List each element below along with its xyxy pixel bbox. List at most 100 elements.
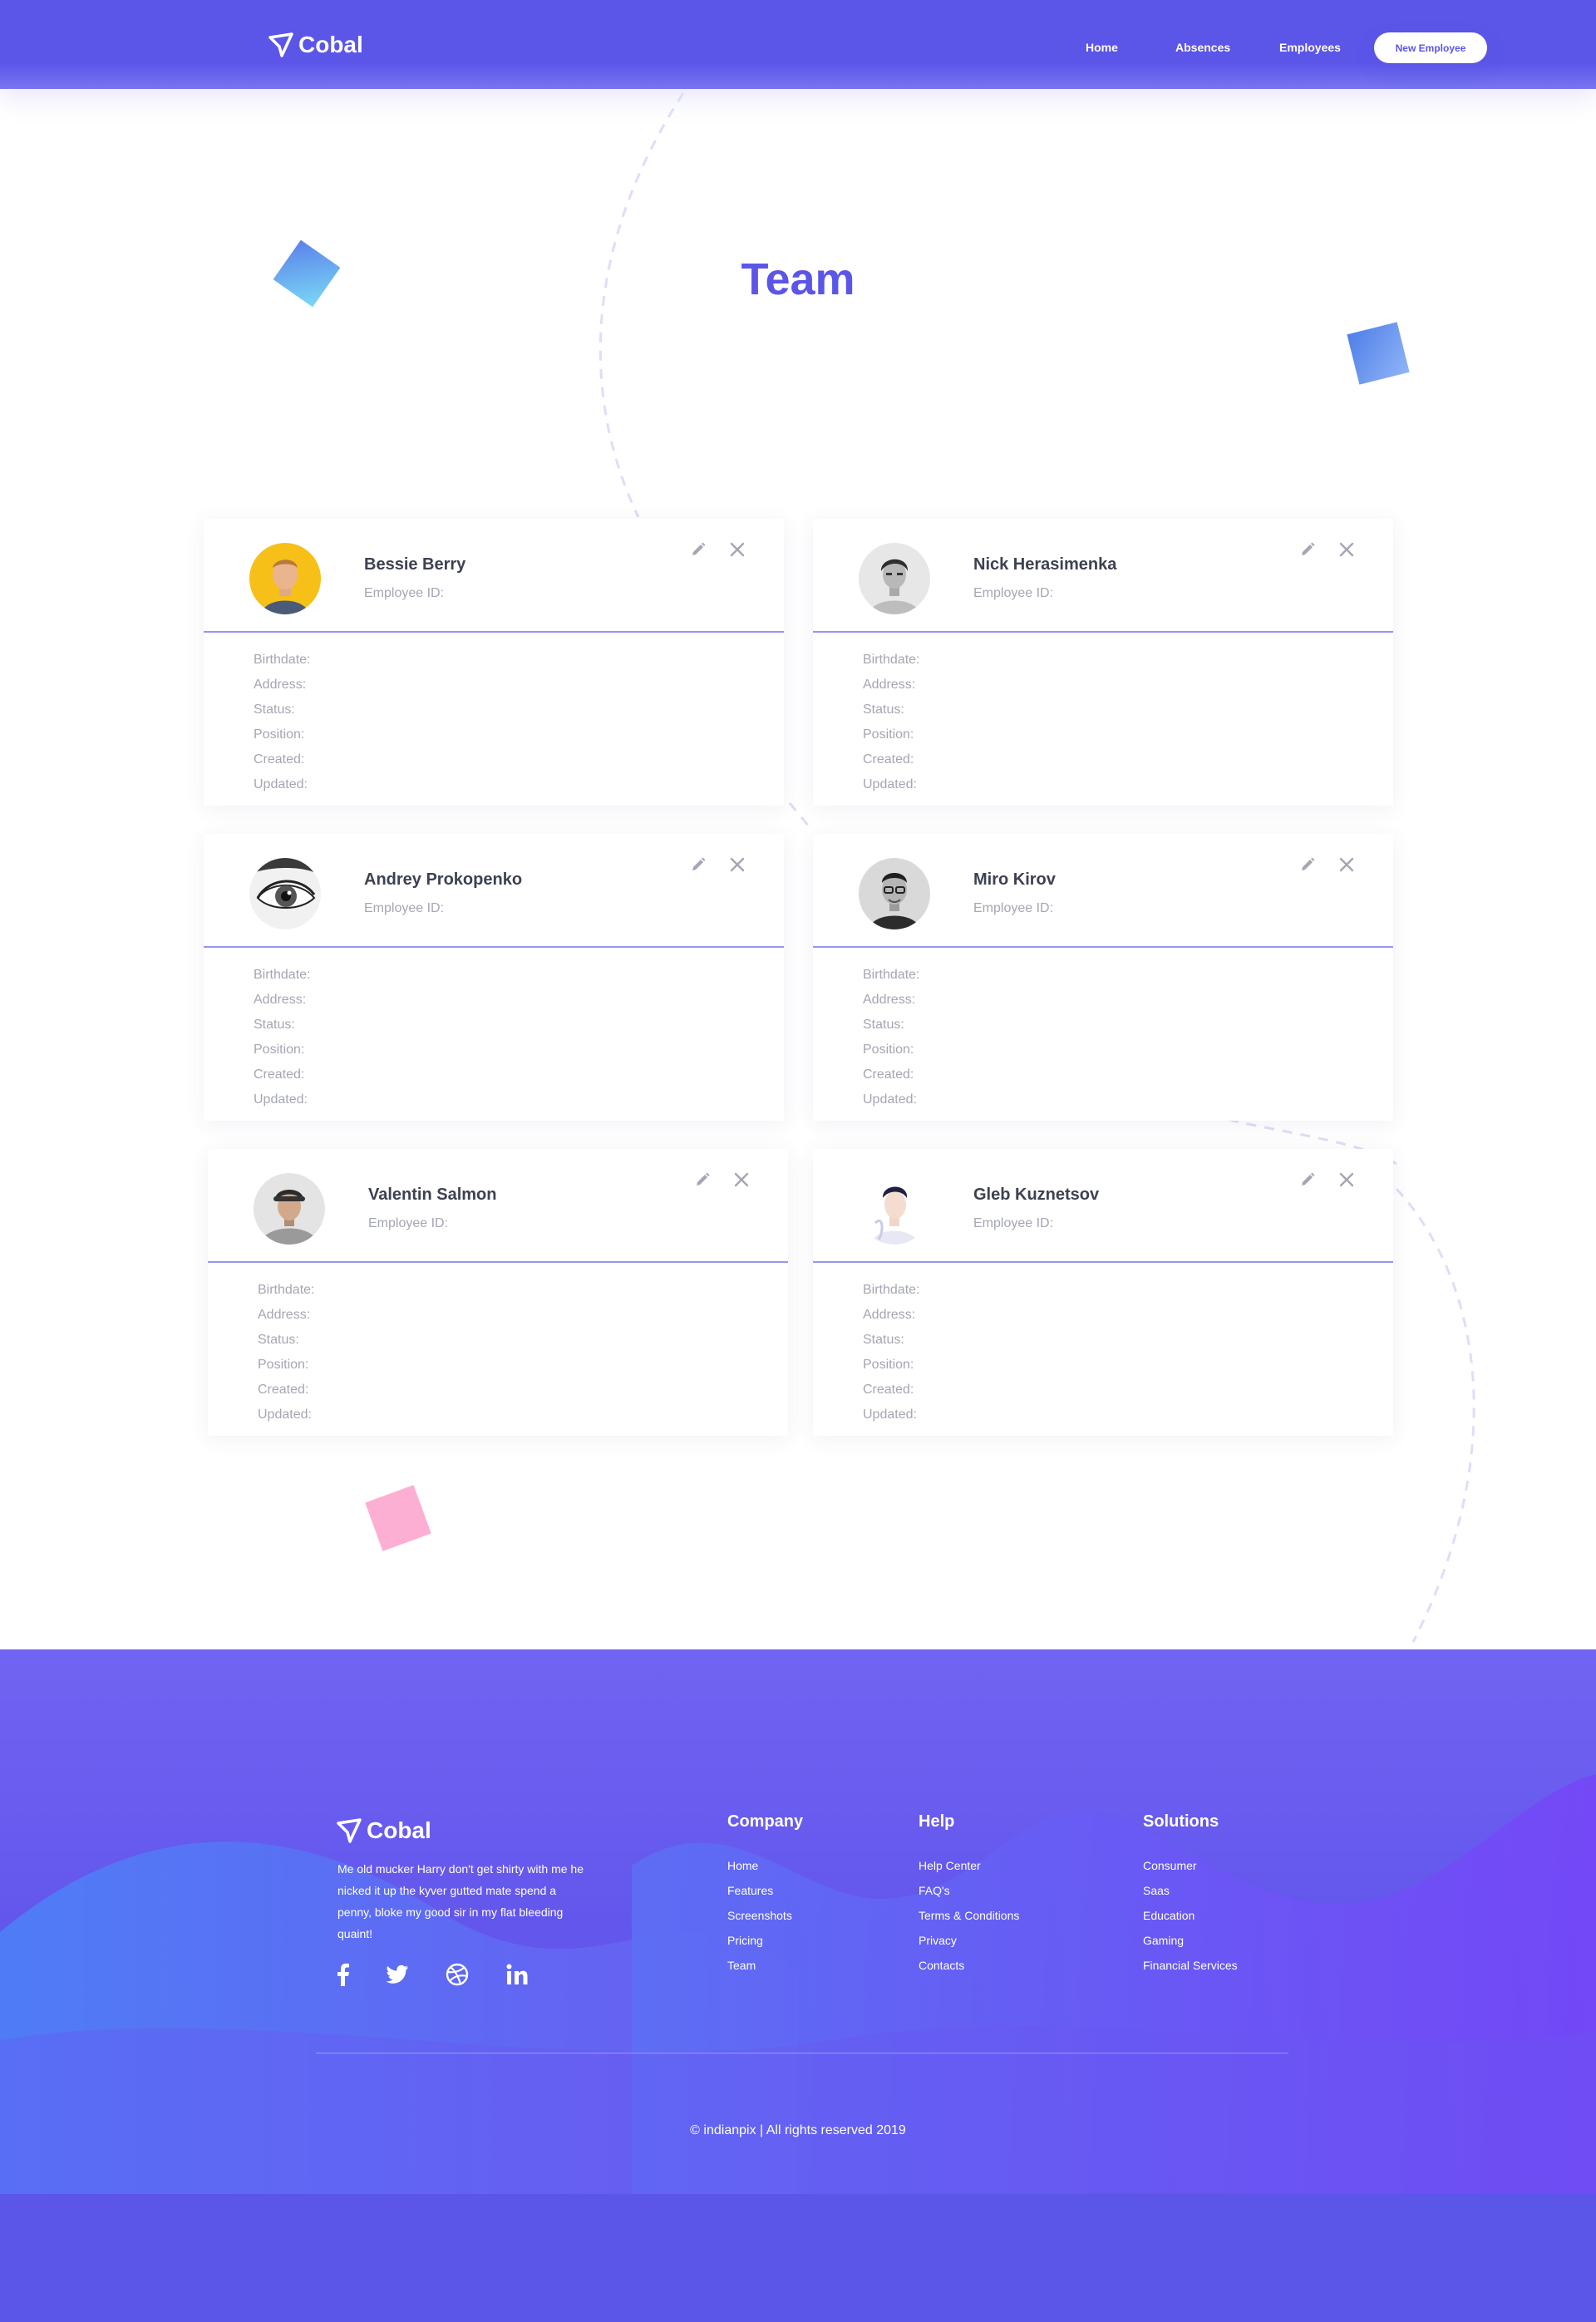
page-title: Team [741,254,855,304]
address-label: Address: [863,993,916,1007]
close-icon [730,857,745,872]
page-bottom-band [0,2194,1596,2322]
close-icon [1339,857,1354,872]
employee-name: Gleb Kuznetsov [973,1186,1100,1204]
footer-link-home[interactable]: Home [727,1853,803,1878]
updated-label: Updated: [863,1092,917,1107]
birthdate-label: Birthdate: [254,968,311,982]
delete-employee-button[interactable] [1336,854,1357,875]
employee-card-header: Gleb Kuznetsov Employee ID: [813,1149,1393,1261]
footer-link-financial-services[interactable]: Financial Services [1143,1953,1238,1978]
close-icon [734,1172,749,1187]
footer-link-features[interactable]: Features [727,1878,803,1903]
delete-employee-button[interactable] [731,1169,752,1191]
linkedin-link[interactable] [504,1961,530,1988]
footer-link-help-center[interactable]: Help Center [919,1853,1019,1878]
employee-card-header: Andrey Prokopenko Employee ID: [204,834,784,946]
position-label: Position: [258,1358,309,1372]
created-label: Created: [254,752,305,767]
employee-avatar [249,858,321,929]
employee-name: Nick Herasimenka [973,555,1117,574]
facebook-link[interactable] [329,1961,356,1988]
employee-avatar [249,543,321,614]
status-label: Status: [254,1018,295,1032]
footer-brand-logo[interactable]: Cobal [337,1817,431,1844]
nav-home-link[interactable]: Home [1086,41,1118,54]
footer-column-title: Solutions [1143,1812,1219,1831]
employee-card: Bessie Berry Employee ID: Birthdate: Add… [204,519,784,806]
delete-employee-button[interactable] [1336,1169,1357,1191]
employee-card: Miro Kirov Employee ID: Birthdate: Addre… [813,834,1393,1121]
employee-card: Valentin Salmon Employee ID: Birthdate: … [208,1149,788,1436]
edit-employee-button[interactable] [687,539,709,560]
dribbble-icon [446,1963,469,1986]
delete-employee-button[interactable] [727,854,748,875]
footer-link-terms[interactable]: Terms & Conditions [919,1903,1019,1928]
employee-id-label: Employee ID: [973,1216,1054,1230]
twitter-link[interactable] [384,1961,411,1988]
employee-details: Birthdate: Address: Status: Position: Cr… [863,648,919,797]
updated-label: Updated: [258,1407,312,1422]
status-label: Status: [254,703,295,717]
linkedin-icon [506,1964,528,1984]
footer-link-contacts[interactable]: Contacts [919,1953,1019,1978]
card-divider [204,631,784,633]
footer-column-help: Help Help Center FAQ's Terms & Condition… [919,1812,1019,1978]
footer-link-screenshots[interactable]: Screenshots [727,1903,803,1928]
delete-employee-button[interactable] [1336,539,1357,560]
footer-link-privacy[interactable]: Privacy [919,1928,1019,1953]
edit-employee-button[interactable] [687,854,709,875]
nav-absences-link[interactable]: Absences [1175,41,1230,54]
created-label: Created: [863,1383,914,1397]
pencil-icon [1302,857,1315,870]
edit-employee-button[interactable] [1297,539,1318,560]
employee-details: Birthdate: Address: Status: Position: Cr… [863,963,919,1112]
status-label: Status: [863,703,904,717]
facebook-icon [337,1963,349,1986]
position-label: Position: [254,727,305,742]
footer-brand-name: Cobal [367,1817,431,1843]
card-divider [208,1261,788,1263]
created-label: Created: [254,1067,305,1082]
card-divider [813,1261,1393,1263]
employee-details: Birthdate: Address: Status: Position: Cr… [258,1278,314,1427]
edit-employee-button[interactable] [1297,1169,1318,1191]
footer-link-consumer[interactable]: Consumer [1143,1853,1238,1878]
nav-employees-link[interactable]: Employees [1279,41,1341,54]
employee-details: Birthdate: Address: Status: Position: Cr… [254,963,310,1112]
birthdate-label: Birthdate: [258,1283,315,1297]
employee-id-label: Employee ID: [973,901,1054,915]
address-label: Address: [254,993,307,1007]
created-label: Created: [863,1067,914,1082]
footer-link-team[interactable]: Team [727,1953,803,1978]
employee-card-header: Bessie Berry Employee ID: [204,519,784,631]
edit-employee-button[interactable] [1297,854,1318,875]
close-icon [730,542,745,557]
footer-column-title: Company [727,1812,804,1831]
updated-label: Updated: [254,1092,308,1107]
employee-details: Birthdate: Address: Status: Position: Cr… [863,1278,919,1427]
brand-logo[interactable]: Cobal [268,32,363,58]
delete-employee-button[interactable] [727,539,748,560]
footer-link-saas[interactable]: Saas [1143,1878,1238,1903]
new-employee-button[interactable]: New Employee [1374,32,1487,63]
pencil-icon [692,542,706,555]
footer-link-faqs[interactable]: FAQ's [919,1878,1019,1903]
dribbble-link[interactable] [444,1961,470,1988]
birthdate-label: Birthdate: [254,653,311,667]
footer-link-gaming[interactable]: Gaming [1143,1928,1238,1953]
edit-employee-button[interactable] [692,1169,713,1191]
logo-icon [337,1818,362,1843]
position-label: Position: [254,1043,305,1057]
footer-link-pricing[interactable]: Pricing [727,1928,803,1953]
employee-avatar [859,543,930,614]
updated-label: Updated: [863,1407,917,1422]
status-label: Status: [863,1333,904,1347]
employee-avatar [254,1173,325,1245]
position-label: Position: [863,1358,914,1372]
footer-link-education[interactable]: Education [1143,1903,1238,1928]
birthdate-label: Birthdate: [863,653,920,667]
footer-description: Me old mucker Harry don't get shirty wit… [337,1862,584,1940]
address-label: Address: [863,678,916,692]
created-label: Created: [258,1383,309,1397]
